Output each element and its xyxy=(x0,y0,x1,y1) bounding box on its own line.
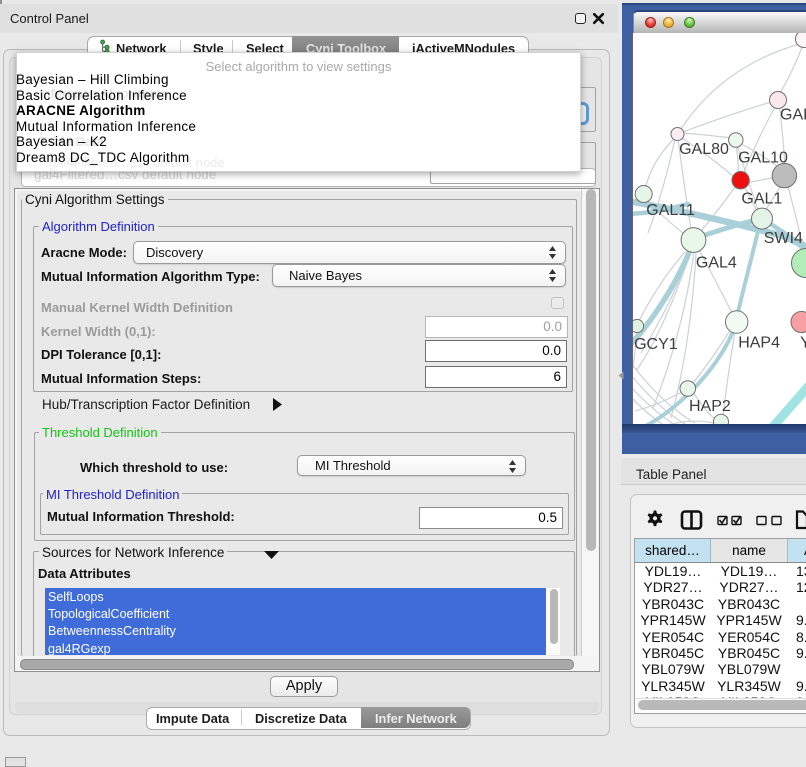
svg-text:HAP2: HAP2 xyxy=(689,398,731,415)
svg-text:GAL80: GAL80 xyxy=(679,141,729,158)
svg-text:HAP4: HAP4 xyxy=(738,335,780,352)
svg-text:GCY1: GCY1 xyxy=(634,336,678,353)
svg-text:GAL4: GAL4 xyxy=(696,255,737,272)
svg-text:SWI4: SWI4 xyxy=(764,230,803,247)
svg-text:GAL1: GAL1 xyxy=(741,190,782,207)
svg-text:GAL11: GAL11 xyxy=(646,202,695,219)
svg-text:Y: Y xyxy=(800,335,806,352)
svg-text:GAL10: GAL10 xyxy=(738,149,788,166)
svg-text:GAL: GAL xyxy=(780,107,806,124)
